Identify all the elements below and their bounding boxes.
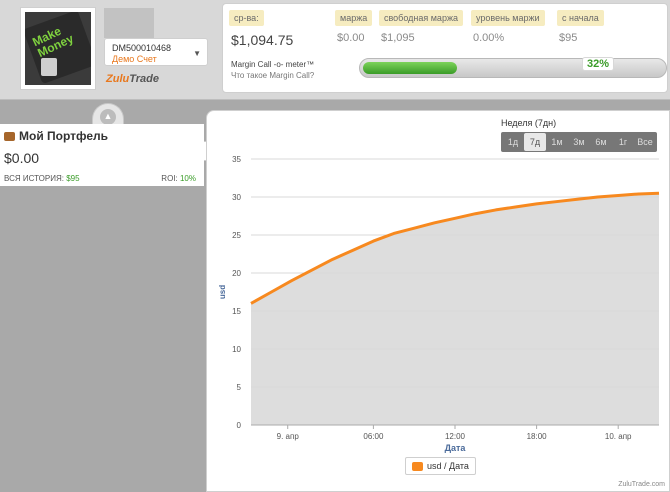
- x-tick-label: 12:00: [445, 432, 466, 441]
- y-tick-label: 20: [232, 269, 241, 278]
- chart-legend[interactable]: usd / Дата: [405, 457, 476, 476]
- avatar-image: Make Money: [25, 12, 91, 85]
- margin-call-fill: [363, 62, 457, 74]
- portfolio-panel[interactable]: Мой Портфель $0.00 ВСЯ ИСТОРИЯ: $95 ROI:…: [0, 124, 204, 186]
- y-tick-label: 10: [232, 345, 241, 354]
- margin-call-meter: 32%: [359, 57, 667, 78]
- stat-equity: ср-ва: $1,094.75: [229, 8, 293, 48]
- roi-value: 10%: [179, 174, 196, 183]
- history-label: ВСЯ ИСТОРИЯ:: [4, 174, 64, 183]
- chart-panel: Неделя (7дн) 1д 7д 1м 3м 6м 1г Все 0 5 10 15 20 25 3…: [206, 110, 670, 492]
- zulutrade-logo: ZuluTrade: [106, 73, 159, 85]
- logo-brand: Zulu: [106, 73, 130, 85]
- stat-label: с начала: [557, 10, 604, 26]
- margin-call-help-link[interactable]: Что такое Margin Call?: [231, 71, 314, 80]
- stat-value: $0.00: [337, 32, 365, 44]
- y-tick-label: 35: [232, 155, 241, 164]
- range-selector: 1д 7д 1м 3м 6м 1г Все: [501, 132, 657, 152]
- margin-call-percent: 32%: [582, 57, 615, 71]
- briefcase-icon: [4, 132, 15, 142]
- stat-margin-level: уровень маржи 0.00%: [471, 8, 545, 44]
- x-tick-label: 10. апр: [605, 432, 632, 441]
- account-header: Make Money DM500010468 Демо Счет ▼ ZuluT…: [0, 0, 670, 100]
- y-tick-label: 15: [232, 307, 241, 316]
- range-button[interactable]: 1м: [546, 133, 568, 151]
- account-id: DM500010468: [112, 43, 172, 53]
- range-title: Неделя (7дн): [501, 118, 557, 128]
- logo-suffix: Trade: [129, 73, 159, 85]
- stat-value: $95: [559, 32, 578, 44]
- stat-value: 0.00%: [473, 32, 505, 44]
- history-value: $95: [66, 174, 80, 183]
- joystick-icon: [41, 58, 57, 76]
- portfolio-value: $0.00: [4, 150, 40, 166]
- margin-call-title: Margin Call -o- meter™: [231, 60, 315, 69]
- stat-value: $1,095: [381, 32, 415, 44]
- stat-since-start: с начала $95: [557, 8, 604, 44]
- account-stats: ср-ва: $1,094.75 маржа $0.00 свободная м…: [222, 3, 668, 93]
- range-button[interactable]: Все: [634, 133, 656, 151]
- x-tick-label: 9. апр: [277, 432, 300, 441]
- stat-free-margin: свободная маржа $1,095: [379, 8, 463, 44]
- y-tick-label: 25: [232, 231, 241, 240]
- y-axis-label: usd: [218, 285, 227, 299]
- y-tick-label: 5: [237, 383, 242, 392]
- portfolio-roi: ROI: 10%: [161, 174, 196, 183]
- x-axis-label: Дата: [445, 443, 467, 453]
- portfolio-title: Мой Портфель: [4, 129, 108, 143]
- avatar[interactable]: Make Money: [20, 7, 96, 90]
- y-tick-label: 30: [232, 193, 241, 202]
- account-thumbnail: [104, 8, 154, 38]
- x-tick-label: 18:00: [527, 432, 548, 441]
- x-tick-label: 06:00: [363, 432, 384, 441]
- portfolio-title-text: Мой Портфель: [19, 129, 109, 143]
- account-type: Демо Счет: [112, 54, 157, 64]
- legend-swatch: [412, 462, 423, 472]
- portfolio-history: ВСЯ ИСТОРИЯ: $95: [4, 174, 80, 183]
- legend-label: usd / Дата: [427, 461, 469, 471]
- stat-label: маржа: [335, 10, 373, 26]
- range-button[interactable]: 6м: [590, 133, 612, 151]
- chevron-up-icon: ▲: [100, 109, 116, 125]
- chart-credit: ZuluTrade.com: [618, 481, 665, 488]
- stat-label: уровень маржи: [471, 10, 545, 26]
- account-selector[interactable]: DM500010468 Демо Счет ▼: [104, 38, 208, 66]
- range-button[interactable]: 1д: [502, 133, 524, 151]
- y-tick-label: 0: [237, 421, 242, 430]
- range-button[interactable]: 3м: [568, 133, 590, 151]
- range-button[interactable]: 1г: [612, 133, 634, 151]
- equity-chart: 0 5 10 15 20 25 30 35 9. апр 06:00 12:00 18:00 10. а…: [218, 155, 660, 453]
- stat-label: свободная маржа: [379, 10, 463, 26]
- stat-label: ср-ва:: [229, 10, 264, 26]
- roi-label: ROI:: [161, 174, 178, 183]
- chevron-down-icon: ▼: [193, 49, 201, 58]
- stat-value: $1,094.75: [231, 32, 294, 48]
- range-button[interactable]: 7д: [524, 133, 546, 151]
- stat-margin: маржа $0.00: [335, 8, 373, 44]
